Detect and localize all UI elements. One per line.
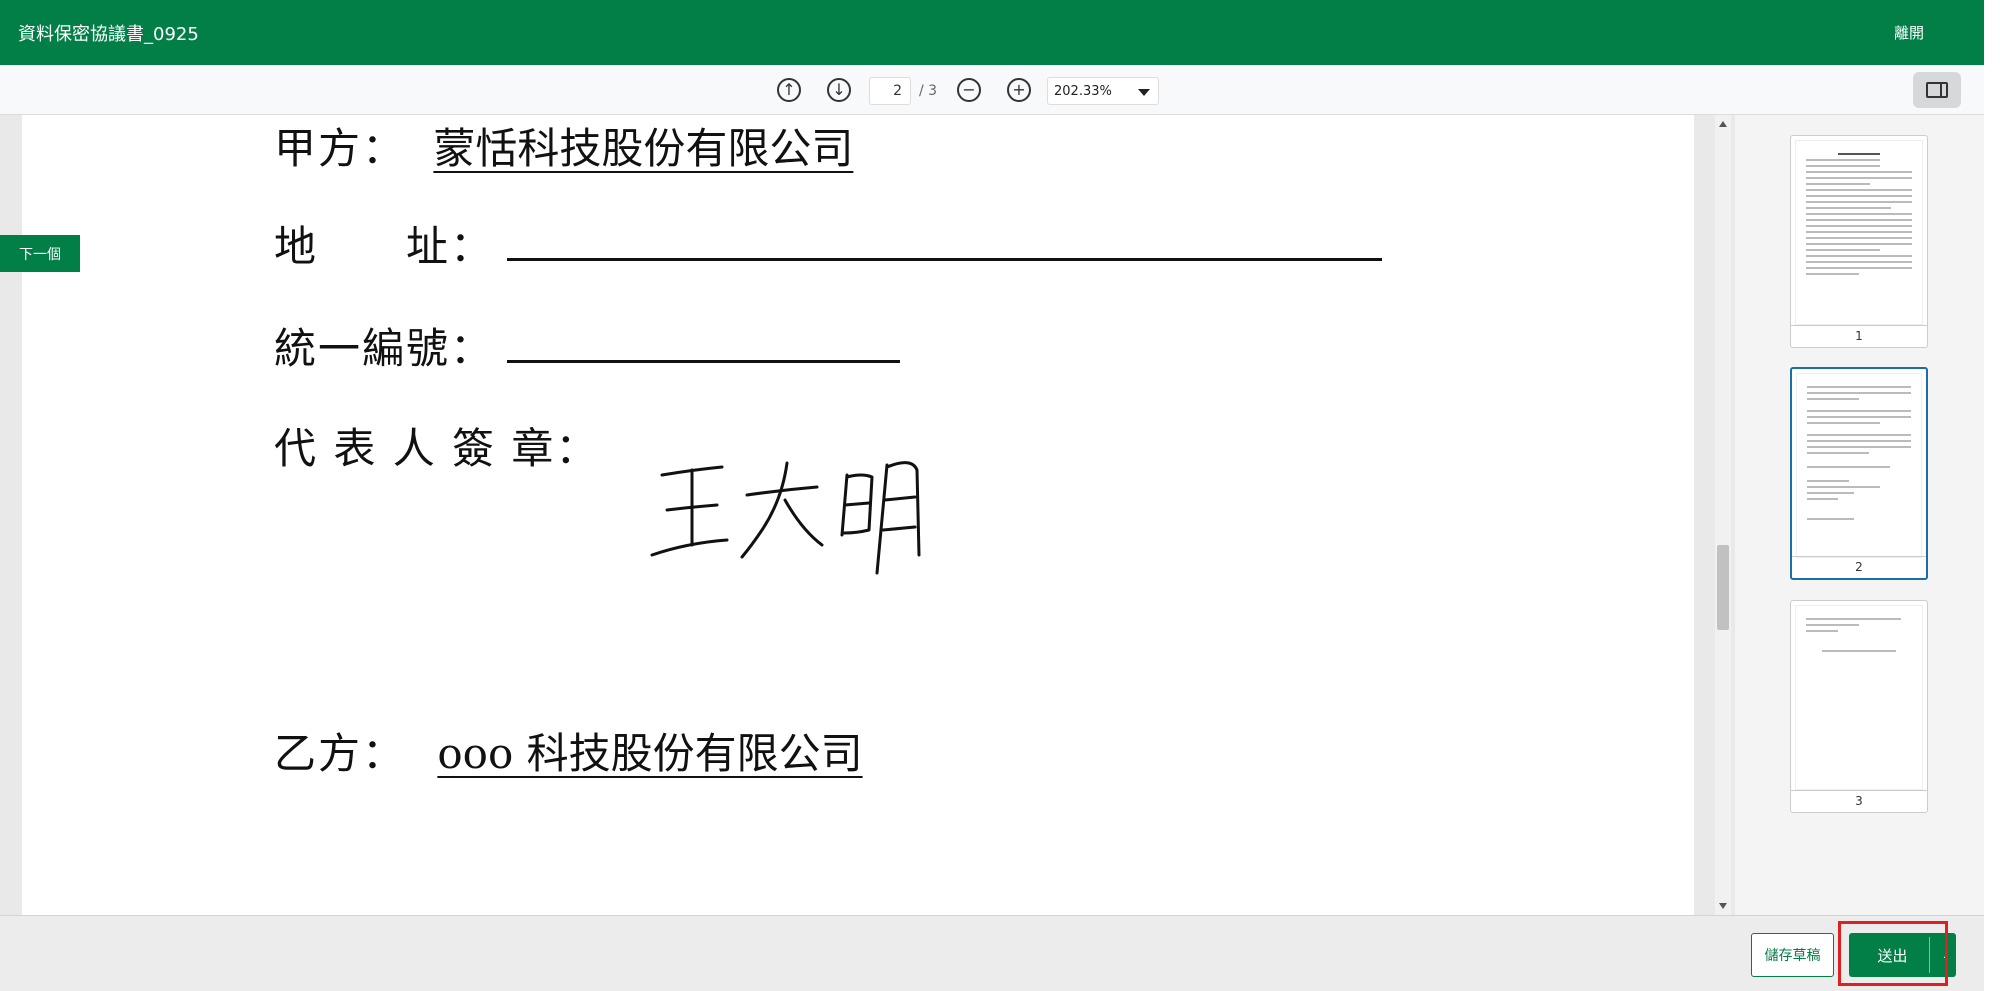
thumbnail-page-2[interactable]: 2 xyxy=(1790,367,1928,580)
handwritten-signature xyxy=(650,461,921,575)
leave-button[interactable]: 離開 xyxy=(1894,22,1924,43)
arrow-down-circle-icon[interactable]: ↓ xyxy=(827,78,851,102)
thumbnail-number: 3 xyxy=(1791,790,1927,812)
thumbnail-panel: 1 2 3 xyxy=(1735,115,1984,915)
document-page: 甲方： 蒙恬科技股份有限公司 地 址： 統一編號： 代 表 人 簽 章： 乙方：… xyxy=(22,115,1694,915)
tax-id-label: 統一編號： xyxy=(274,324,495,373)
action-footer: 儲存草稿 送出 · xyxy=(0,915,1984,991)
minus-circle-icon[interactable]: − xyxy=(957,78,981,102)
page-total: / 3 xyxy=(919,83,938,99)
scroll-down-icon[interactable] xyxy=(1719,903,1727,909)
document-viewer: 甲方： 蒙恬科技股份有限公司 地 址： 統一編號： 代 表 人 簽 章： 乙方：… xyxy=(0,115,1735,915)
plus-circle-icon[interactable]: + xyxy=(1007,78,1031,102)
arrow-up-circle-icon[interactable]: ↑ xyxy=(777,78,801,102)
thumbnail-number: 1 xyxy=(1791,325,1927,347)
thumbnail-preview xyxy=(1796,373,1922,558)
tax-id-field[interactable] xyxy=(507,329,901,363)
representative-row: 代 表 人 簽 章： xyxy=(274,415,599,476)
party-b-row: 乙方： ooo 科技股份有限公司 xyxy=(274,720,863,781)
party-a-name: 蒙恬科技股份有限公司 xyxy=(433,124,854,173)
scroll-thumb[interactable] xyxy=(1717,545,1729,630)
chevron-down-icon xyxy=(1138,89,1150,96)
app-header: 資料保密協議書_0925 離開 xyxy=(0,0,1984,65)
tax-id-row: 統一編號： xyxy=(274,315,901,376)
party-b-label: 乙方： xyxy=(274,729,407,778)
address-row: 地 址： xyxy=(274,213,1383,274)
thumbnail-page-1[interactable]: 1 xyxy=(1790,135,1928,348)
next-field-button[interactable]: 下一個 xyxy=(0,235,80,272)
pdf-toolbar: ↑ ↓ / 3 − + 202.33% xyxy=(0,65,1984,115)
address-field[interactable] xyxy=(507,227,1383,261)
split-divider xyxy=(1929,937,1930,973)
party-a-row: 甲方： 蒙恬科技股份有限公司 xyxy=(274,115,853,176)
sidebar-toggle-button[interactable] xyxy=(1913,72,1961,108)
send-button[interactable]: 送出 · xyxy=(1849,933,1956,977)
thumbnail-page-3[interactable]: 3 xyxy=(1790,600,1928,813)
document-title: 資料保密協議書_0925 xyxy=(18,24,199,45)
zoom-select[interactable]: 202.33% xyxy=(1047,77,1159,105)
scroll-up-icon[interactable] xyxy=(1719,121,1727,127)
sidebar-toggle-icon xyxy=(1926,82,1948,98)
thumbnail-number: 2 xyxy=(1792,556,1926,578)
thumbnail-preview xyxy=(1795,605,1923,790)
save-draft-button[interactable]: 儲存草稿 xyxy=(1751,933,1834,977)
page-number-input[interactable] xyxy=(869,77,911,105)
address-label: 地 址： xyxy=(274,222,495,271)
dropdown-dot-icon[interactable]: · xyxy=(1943,953,1946,964)
party-b-name: ooo 科技股份有限公司 xyxy=(437,729,863,778)
thumbnail-preview xyxy=(1795,140,1923,325)
party-a-label: 甲方： xyxy=(274,124,407,173)
representative-label: 代 表 人 簽 章： xyxy=(274,424,600,473)
send-button-label: 送出 xyxy=(1877,946,1908,965)
signature-field[interactable] xyxy=(647,445,977,589)
document-scrollbar[interactable] xyxy=(1715,115,1731,915)
zoom-level: 202.33% xyxy=(1054,84,1112,99)
